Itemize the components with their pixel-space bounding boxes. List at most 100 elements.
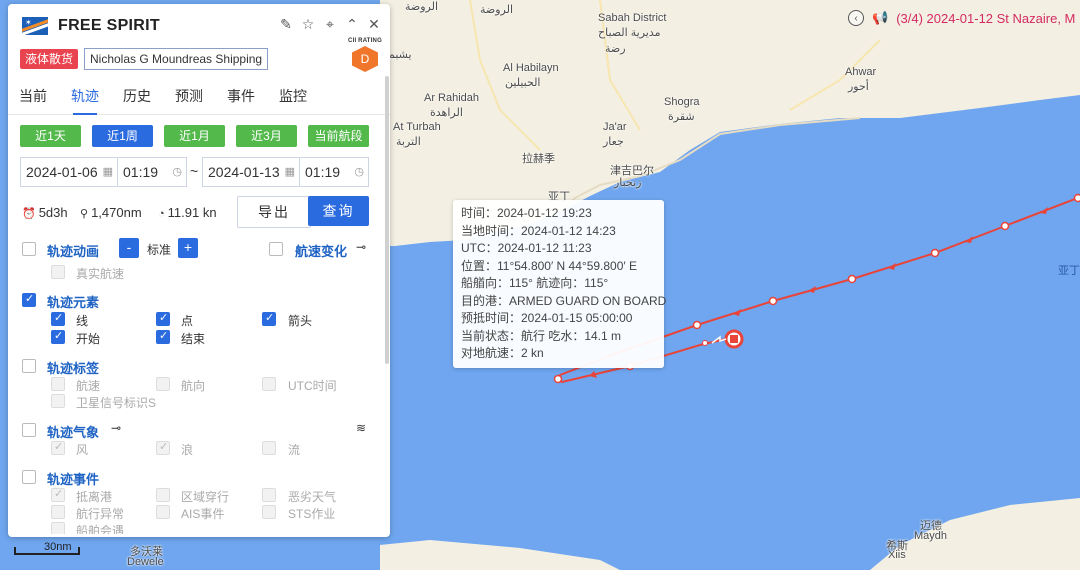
map-label: Maydh: [914, 530, 948, 542]
owner-tag[interactable]: Nicholas G Moundreas Shipping: [84, 48, 269, 70]
track-options: 轨迹动画 - 标准 + 航速变化 ⊸ 真实航速 轨迹元素 线 点 箭头 开始 结…: [8, 234, 383, 534]
end-time-field[interactable]: 01:19 ◷: [299, 157, 369, 187]
area-checkbox[interactable]: [156, 488, 170, 502]
start-time-field[interactable]: 01:19 ◷: [117, 157, 187, 187]
map-label: الراهدة: [430, 107, 463, 119]
ais-checkbox[interactable]: [156, 505, 170, 519]
panel-tabs: 当前 轨迹 历史 预测 事件 监控: [8, 78, 390, 115]
anim-checkbox[interactable]: [22, 242, 36, 256]
map-label: الحبيلين: [505, 77, 541, 89]
voyage-banner[interactable]: ‹ 📢 (3/4) 2024-01-12 St Nazaire, M: [848, 7, 1075, 29]
export-button[interactable]: 导出: [237, 196, 311, 228]
map-label: مديرية الصباح: [598, 27, 661, 39]
arrow-label: 箭头: [288, 314, 313, 328]
point-checkbox[interactable]: [156, 311, 170, 326]
current-checkbox[interactable]: [262, 441, 276, 455]
map-label: رضة: [605, 43, 626, 55]
sts-checkbox[interactable]: [262, 505, 276, 519]
tooltip-local-time: 当地时间：2024-01-12 14:23: [461, 223, 616, 238]
area-label: 区域穿行: [181, 490, 230, 504]
wave-label: 浪: [181, 443, 194, 457]
tab-monitor[interactable]: 监控: [279, 78, 307, 114]
tooltip-heading: 船艏向：115° 航迹向：115°: [461, 276, 609, 290]
megaphone-icon: 📢: [872, 10, 889, 25]
label-sat: 卫星信号标识S: [76, 396, 157, 410]
events-checkbox[interactable]: [22, 470, 36, 484]
edit-icon[interactable]: ✎: [278, 16, 294, 32]
date-separator: ~: [190, 163, 199, 179]
wind-icon[interactable]: ≋: [356, 421, 366, 435]
vessel-panel: ✶ FREE SPIRIT ✎ ☆ ⌖ ⌃ ✕ 液体散货 Nicholas G …: [8, 4, 390, 537]
clock-icon: ◷: [354, 166, 364, 178]
panel-scrollbar[interactable]: [385, 76, 389, 364]
range-1d-button[interactable]: 近1天: [20, 125, 81, 147]
label-heading: 航向: [181, 379, 206, 393]
tab-history[interactable]: 历史: [123, 78, 151, 114]
speed-plus-button[interactable]: +: [178, 238, 198, 258]
map-label: التربة: [396, 136, 421, 148]
tab-events[interactable]: 事件: [227, 78, 255, 114]
tab-current[interactable]: 当前: [19, 78, 47, 114]
close-icon[interactable]: ✕: [366, 16, 382, 32]
range-1m-button[interactable]: 近1月: [164, 125, 225, 147]
map-label: شقرة: [668, 111, 695, 123]
chevron-left-icon[interactable]: ‹: [848, 10, 864, 26]
tab-track[interactable]: 轨迹: [71, 78, 99, 115]
map-label: زنجبار: [614, 177, 642, 189]
bad-weather-checkbox[interactable]: [262, 488, 276, 502]
locate-icon[interactable]: ⌖: [322, 16, 338, 32]
star-icon[interactable]: ☆: [300, 16, 316, 32]
scale-label: 30nm: [44, 541, 72, 553]
wind-checkbox[interactable]: [51, 440, 65, 455]
speed-minus-button[interactable]: -: [119, 238, 139, 258]
eye-icon[interactable]: ⊸: [356, 240, 366, 254]
tab-forecast[interactable]: 预测: [175, 78, 203, 114]
speed-change-checkbox[interactable]: [269, 242, 283, 256]
map-label: At Turbah: [393, 121, 441, 133]
label-speed-checkbox[interactable]: [51, 377, 65, 391]
abnormal-label: 航行异常: [76, 507, 125, 521]
encounter-label: 船舶会遇: [76, 524, 125, 534]
arrow-checkbox[interactable]: [262, 311, 276, 326]
map-label: أحور: [848, 81, 869, 93]
arrival-checkbox[interactable]: [51, 487, 65, 502]
elements-checkbox[interactable]: [22, 292, 36, 307]
encounter-checkbox[interactable]: [51, 522, 65, 534]
collapse-icon[interactable]: ⌃: [344, 16, 360, 32]
abnormal-checkbox[interactable]: [51, 505, 65, 519]
end-label: 结束: [181, 332, 206, 346]
range-3m-button[interactable]: 近3月: [236, 125, 297, 147]
end-date-field[interactable]: 2024-01-13 ▦: [202, 157, 300, 187]
map-label: Xiis: [888, 549, 906, 561]
start-checkbox[interactable]: [51, 329, 65, 344]
query-button[interactable]: 查询: [308, 196, 369, 226]
vessel-name: FREE SPIRIT: [58, 17, 160, 34]
realtime-checkbox[interactable]: [51, 265, 65, 279]
tooltip-position: 位置：11°54.800′ N 44°59.800′ E: [461, 258, 637, 273]
tooltip-time: 时间：2024-01-12 19:23: [461, 206, 592, 220]
label-utc-checkbox[interactable]: [262, 377, 276, 391]
cii-grade: D: [352, 46, 378, 72]
label-sat-checkbox[interactable]: [51, 394, 65, 408]
end-checkbox[interactable]: [156, 329, 170, 344]
cii-rating[interactable]: CII RATING D: [348, 38, 382, 72]
weather-checkbox[interactable]: [22, 423, 36, 437]
map-label: Ja'ar: [603, 121, 627, 133]
range-1w-button[interactable]: 近1周: [92, 125, 153, 147]
eye-icon[interactable]: ⊸: [111, 421, 121, 435]
line-label: 线: [76, 314, 89, 328]
map-label: Ar Rahidah: [424, 92, 480, 104]
calendar-icon: ▦: [284, 166, 295, 178]
line-checkbox[interactable]: [51, 311, 65, 326]
wave-checkbox[interactable]: [156, 440, 170, 455]
label-heading-checkbox[interactable]: [156, 377, 170, 391]
labels-checkbox[interactable]: [22, 359, 36, 373]
sts-label: STS作业: [288, 507, 336, 521]
start-date-field[interactable]: 2024-01-06 ▦: [20, 157, 118, 187]
tooltip-status: 当前状态：航行 吃水：14.1 m: [461, 328, 622, 343]
stat-duration: ⏰ 5d3h: [22, 205, 68, 220]
banner-text: (3/4) 2024-01-12 St Nazaire, M: [896, 10, 1076, 26]
map-label: Al Habilayn: [503, 62, 559, 74]
section-speed-change: 航速变化: [295, 244, 348, 259]
range-voyage-button[interactable]: 当前航段: [308, 125, 369, 147]
